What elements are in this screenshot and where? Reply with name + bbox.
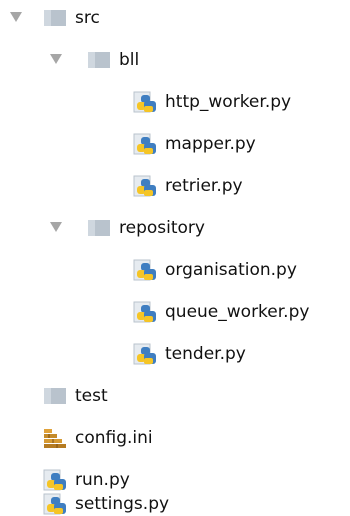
tree-item-organisation[interactable]: organisation.py: [133, 252, 297, 288]
tree-item-label: repository: [119, 217, 205, 238]
tree-item-label: tender.py: [165, 343, 246, 364]
tree-item-label: bll: [119, 49, 140, 70]
tree-item-label: config.ini: [75, 427, 153, 448]
tree-item-label: organisation.py: [165, 259, 297, 280]
tree-item-label: test: [75, 385, 108, 406]
tree-item-tender[interactable]: tender.py: [133, 336, 246, 372]
tree-item-src[interactable]: src: [43, 0, 100, 36]
expand-arrow-repository[interactable]: [50, 222, 62, 232]
expand-arrow-bll[interactable]: [50, 54, 62, 64]
tree-item-config[interactable]: config.ini: [43, 420, 153, 456]
config-file-icon: [44, 429, 66, 448]
python-file-icon: [133, 91, 156, 113]
folder-icon: [44, 10, 66, 26]
tree-item-settings[interactable]: settings.py: [43, 492, 169, 516]
tree-item-label: mapper.py: [165, 133, 256, 154]
tree-item-retrier[interactable]: retrier.py: [133, 168, 243, 204]
python-file-icon: [133, 175, 156, 197]
project-tree: src bll http_worker.py mapper.py retrier…: [0, 0, 350, 516]
python-file-icon: [133, 301, 156, 323]
tree-item-test[interactable]: test: [43, 378, 108, 414]
tree-item-label: run.py: [75, 469, 130, 490]
folder-icon: [88, 52, 110, 68]
tree-item-label: queue_worker.py: [165, 301, 310, 322]
python-file-icon: [133, 343, 156, 365]
folder-icon: [44, 388, 66, 404]
tree-item-mapper[interactable]: mapper.py: [133, 126, 256, 162]
folder-icon: [88, 220, 110, 236]
tree-item-http-worker[interactable]: http_worker.py: [133, 84, 291, 120]
python-file-icon: [43, 469, 66, 491]
tree-item-repository[interactable]: repository: [87, 210, 205, 246]
expand-arrow-src[interactable]: [10, 12, 22, 22]
tree-item-label: http_worker.py: [165, 91, 292, 112]
tree-item-queue-worker[interactable]: queue_worker.py: [133, 294, 309, 330]
python-file-icon: [133, 259, 156, 281]
tree-item-label: settings.py: [75, 493, 170, 514]
tree-item-label: src: [75, 7, 100, 28]
tree-item-bll[interactable]: bll: [87, 42, 139, 78]
python-file-icon: [43, 493, 66, 515]
python-file-icon: [133, 133, 156, 155]
tree-item-label: retrier.py: [165, 175, 243, 196]
